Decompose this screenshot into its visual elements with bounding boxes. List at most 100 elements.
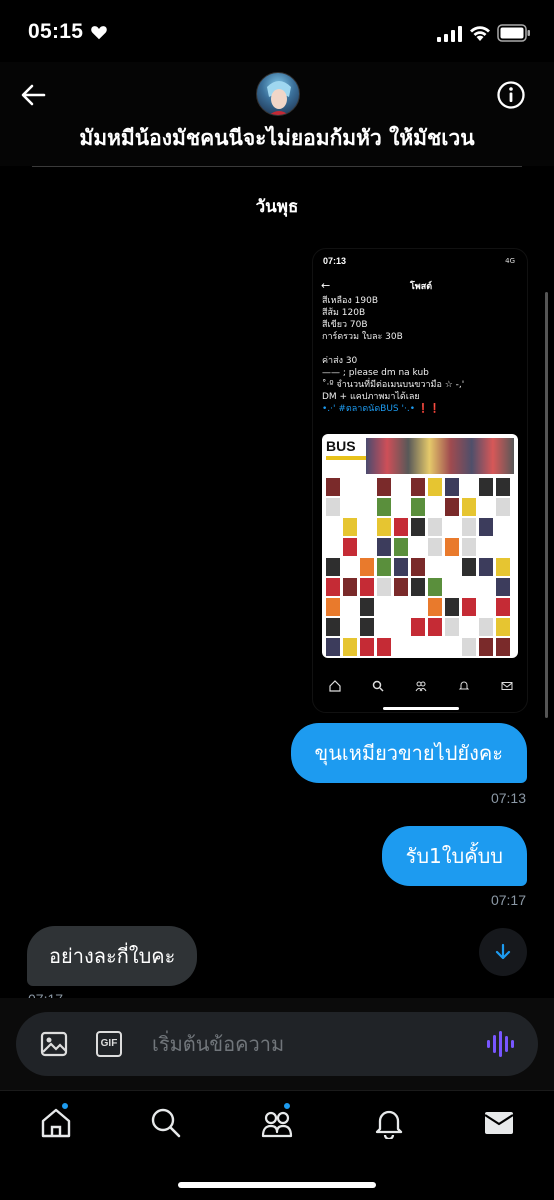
message-timestamp: 07:17 — [28, 991, 63, 998]
photocard-thumb — [411, 478, 425, 496]
photocard-thumb — [496, 638, 510, 656]
battery-icon — [497, 24, 530, 42]
photocard-thumb — [360, 598, 374, 616]
photocard-thumb — [360, 578, 374, 596]
gif-button[interactable]: GIF — [96, 1031, 122, 1057]
message-bubble-incoming[interactable]: อย่างละกี่ใบคะ — [27, 926, 198, 986]
shared-image-tabbar — [313, 675, 527, 697]
photocard-thumb — [462, 638, 476, 656]
back-arrow-icon[interactable] — [18, 80, 48, 110]
avatar[interactable] — [256, 72, 300, 116]
photocard-thumb — [326, 558, 340, 576]
photocard-thumb — [411, 558, 425, 576]
message-bubble-outgoing[interactable]: ขุนเหมียวขายไปยังคะ — [290, 723, 527, 783]
home-indicator — [178, 1182, 376, 1188]
tab-notifications[interactable] — [373, 1107, 405, 1141]
photocard-thumb — [496, 598, 510, 616]
communities-notification-dot — [283, 1102, 291, 1110]
message-input[interactable] — [152, 1022, 472, 1066]
shared-image-line: ค่าส่ง 30 — [322, 356, 358, 366]
photocard-thumb — [445, 478, 459, 496]
image-icon[interactable] — [40, 1030, 68, 1058]
shared-image-line: สีเหลือง 190B — [322, 296, 379, 306]
photocard-thumb — [479, 558, 493, 576]
shared-image-line: ˚‧º จำนวนที่มีต่อเมนบนขวามือ ☆ -,' — [322, 380, 465, 390]
shared-image-line: การ์ดรวม ใบละ 30B — [322, 332, 403, 342]
photocard-thumb — [343, 538, 357, 556]
photocard-thumb — [496, 618, 510, 636]
photocard-thumb — [343, 638, 357, 656]
tab-messages[interactable] — [483, 1107, 515, 1139]
photocard-thumb — [326, 618, 340, 636]
photocard-thumb — [479, 518, 493, 536]
photocard-thumb — [496, 478, 510, 496]
photocard-thumb — [479, 638, 493, 656]
photocard-thumb — [326, 598, 340, 616]
photocard-thumb — [479, 478, 493, 496]
photocard-thumb — [394, 578, 408, 596]
home-notification-dot — [61, 1102, 69, 1110]
message-bubble-outgoing[interactable]: รับ1ใบคั้บบ — [381, 826, 527, 886]
photocard-thumb — [428, 478, 442, 496]
photocard-thumb — [411, 518, 425, 536]
bell-icon — [375, 1110, 403, 1141]
mini-people-icon — [415, 681, 427, 692]
photocard-image: BUS — [322, 434, 518, 658]
photocard-thumb — [343, 518, 357, 536]
photocard-thumb — [462, 598, 476, 616]
message-composer: GIF — [16, 1012, 538, 1076]
shared-image-hashtag: •.·' #ตลาดนัดBUS '·.• ❗❗ — [322, 404, 441, 414]
scroll-to-bottom-button[interactable] — [479, 928, 527, 976]
photocard-thumb — [360, 558, 374, 576]
photocard-thumb — [428, 538, 442, 556]
voice-message-icon[interactable] — [486, 1030, 516, 1058]
tab-communities[interactable] — [261, 1102, 293, 1139]
mail-icon — [484, 1112, 514, 1134]
photocard-thumb — [377, 518, 391, 536]
photocard-thumb — [326, 638, 340, 656]
photocard-thumb — [360, 618, 374, 636]
photocard-logo: BUS — [326, 438, 356, 454]
tab-search[interactable] — [150, 1107, 182, 1139]
photocard-thumb — [445, 498, 459, 516]
tab-home[interactable] — [40, 1102, 72, 1139]
photocard-thumb — [394, 538, 408, 556]
photocard-thumb — [326, 478, 340, 496]
shared-image-title: โพสต์ — [409, 282, 433, 292]
shared-image-text: สีเหลือง 190B สีส้ม 120B สีเขียว 70B การ… — [322, 295, 464, 415]
photocard-banner — [326, 456, 366, 460]
mini-search-icon — [372, 680, 384, 692]
shared-image-line: DM + แคปภาพมาได้เลย — [322, 392, 420, 402]
photocard-thumb — [445, 598, 459, 616]
photocard-thumb — [411, 578, 425, 596]
conversation-title: มัมหมีน้องมัชคนนีจะไม่ยอมก้มหัว ให้มัชเว… — [79, 126, 475, 150]
photocard-thumb — [326, 578, 340, 596]
photocard-thumb — [496, 578, 510, 596]
arrow-down-icon — [495, 943, 511, 960]
photocard-thumb — [462, 518, 476, 536]
photocard-thumb — [377, 578, 391, 596]
status-bar: 05:15 — [0, 0, 554, 62]
photocard-thumb — [360, 638, 374, 656]
photocard-thumb — [462, 558, 476, 576]
info-icon[interactable] — [496, 80, 526, 110]
heart-icon — [91, 26, 107, 40]
photocard-thumb — [445, 618, 459, 636]
photocard-thumb — [377, 638, 391, 656]
photocard-thumb — [445, 538, 459, 556]
photocard-thumb — [411, 618, 425, 636]
search-icon — [151, 1108, 181, 1138]
photocard-thumb — [462, 498, 476, 516]
photocard-thumb — [428, 578, 442, 596]
photocard-thumb — [479, 618, 493, 636]
photocard-thumb — [428, 598, 442, 616]
scrollbar[interactable] — [545, 292, 548, 718]
shared-image-message[interactable]: 07:13 4G ← โพสต์ สีเหลือง 190B สีส้ม 120… — [312, 248, 528, 713]
shared-image-home-bar — [383, 707, 459, 710]
shared-image-network: 4G — [505, 257, 515, 265]
shared-image-line: สีเขียว 70B — [322, 320, 368, 330]
photocard-thumb — [394, 558, 408, 576]
photocard-thumb — [428, 518, 442, 536]
photocard-thumb — [496, 558, 510, 576]
shared-image-line — [322, 343, 464, 355]
